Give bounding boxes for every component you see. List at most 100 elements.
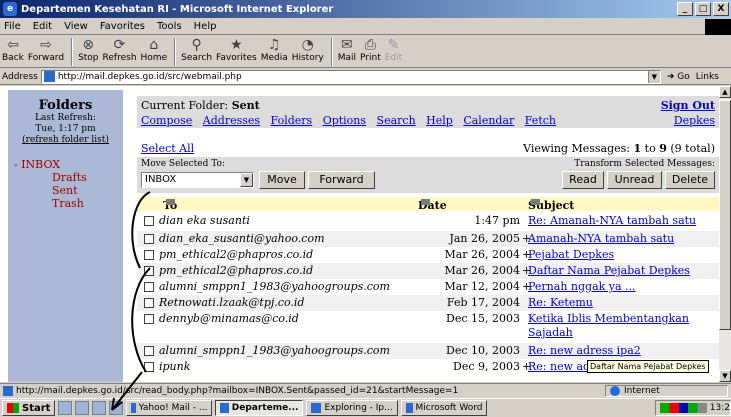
quicklaunch-channel-icon[interactable] bbox=[109, 401, 124, 415]
nav-folders[interactable]: Folders bbox=[271, 114, 313, 127]
nav-calendar[interactable]: Calendar bbox=[463, 114, 514, 127]
nav-help[interactable]: Help bbox=[426, 114, 453, 127]
task-exploring[interactable]: Exploring - Ip... bbox=[306, 400, 399, 416]
message-subject-link[interactable]: Daftar Nama Pejabat Depkes bbox=[528, 264, 708, 278]
row-checkbox[interactable] bbox=[144, 216, 154, 226]
back-button[interactable]: ⇦ Back bbox=[2, 36, 24, 68]
history-button[interactable]: ◔ History bbox=[292, 36, 324, 68]
menu-help[interactable]: Help bbox=[194, 21, 217, 32]
quicklaunch-desktop-icon[interactable] bbox=[92, 401, 107, 415]
task-yahoo-mail[interactable]: Yahoo! Mail - ... bbox=[126, 400, 213, 416]
forward-message-button[interactable]: Forward bbox=[308, 171, 375, 189]
row-checkbox[interactable] bbox=[144, 346, 154, 356]
windows-logo-icon bbox=[7, 403, 19, 413]
message-subject-link[interactable]: Pernah nggak ya ... bbox=[528, 280, 708, 294]
refresh-button[interactable]: ⟳ Refresh bbox=[103, 36, 137, 68]
status-url: http://mail.depkes.go.id/src/read_body.p… bbox=[16, 385, 459, 396]
menu-edit[interactable]: Edit bbox=[33, 21, 52, 32]
unread-button[interactable]: Unread bbox=[607, 171, 662, 189]
move-folder-select[interactable]: INBOX ▼ bbox=[141, 172, 254, 188]
last-refresh-time: Tue, 1:17 pm bbox=[35, 124, 96, 134]
row-checkbox[interactable] bbox=[144, 282, 154, 292]
page-content: Folders Last Refresh: Tue, 1:17 pm (refr… bbox=[0, 86, 719, 382]
row-checkbox[interactable] bbox=[144, 234, 154, 244]
quicklaunch-ie-icon[interactable] bbox=[58, 401, 73, 415]
windows-throbber-icon bbox=[705, 19, 731, 35]
refresh-folder-list-link[interactable]: (refresh folder list) bbox=[8, 135, 123, 146]
chevron-down-icon[interactable]: ▼ bbox=[647, 70, 660, 83]
menu-tools[interactable]: Tools bbox=[157, 21, 182, 32]
links-button[interactable]: Links bbox=[696, 72, 719, 82]
nav-options[interactable]: Options bbox=[323, 114, 366, 127]
maximize-button[interactable]: □ bbox=[695, 2, 711, 16]
folder-pane: Folders Last Refresh: Tue, 1:17 pm (refr… bbox=[8, 90, 123, 382]
stop-button[interactable]: ⊗ Stop bbox=[78, 36, 98, 68]
message-subject-link[interactable]: Re: Ketemu bbox=[528, 296, 708, 310]
recipient: alumni_smppn1_1983@yahoogroups.com bbox=[159, 344, 390, 357]
message-subject-link[interactable]: Re: new adress ipa2 bbox=[528, 344, 708, 358]
ie-logo-icon: e bbox=[3, 2, 17, 16]
toolbar: ⇦ Back ⇨ Forward ⊗ Stop ⟳ Refresh ⌂ Home ⚲ Sea… bbox=[0, 36, 731, 68]
folder-drafts[interactable]: Drafts bbox=[8, 171, 123, 184]
depkes-link[interactable]: Depkes bbox=[674, 114, 715, 127]
toolbar-divider bbox=[71, 38, 74, 66]
task-word[interactable]: Microsoft Word bbox=[401, 400, 488, 416]
nav-search[interactable]: Search bbox=[377, 114, 416, 127]
toolbar-divider bbox=[174, 38, 177, 66]
address-input[interactable]: http://mail.depkes.go.id/src/webmail.php… bbox=[40, 69, 661, 84]
status-bar: http://mail.depkes.go.id/src/read_body.p… bbox=[0, 383, 731, 397]
quicklaunch-outlook-icon[interactable] bbox=[75, 401, 90, 415]
close-button[interactable]: X bbox=[713, 2, 729, 16]
recipient: ipunk bbox=[159, 360, 191, 373]
forward-arrow-icon: ⇨ bbox=[40, 37, 52, 53]
message-subject-link[interactable]: Pejabat Depkes bbox=[528, 248, 708, 262]
menu-favorites[interactable]: Favorites bbox=[100, 21, 145, 32]
tray-icons[interactable] bbox=[660, 403, 707, 413]
task-departemen[interactable]: Departeme... bbox=[215, 400, 304, 416]
minimize-button[interactable]: _ bbox=[677, 2, 693, 16]
message-subject-link[interactable]: Re: Amanah-NYA tambah satu bbox=[528, 214, 708, 228]
message-date: Jan 26, 2005 bbox=[449, 232, 520, 245]
select-all-link[interactable]: Select All bbox=[141, 142, 194, 155]
search-button[interactable]: ⚲ Search bbox=[181, 36, 212, 68]
home-button[interactable]: ⌂ Home bbox=[141, 36, 168, 68]
scroll-thumb[interactable] bbox=[719, 100, 731, 330]
media-button[interactable]: ♫ Media bbox=[261, 36, 288, 68]
mail-button[interactable]: ✉ Mail bbox=[338, 36, 356, 68]
vertical-scrollbar[interactable]: ▲ ▼ bbox=[719, 86, 731, 382]
sign-out-link[interactable]: Sign Out bbox=[661, 99, 715, 112]
header-bar: Current Folder: Sent Sign Out Compose Ad… bbox=[137, 96, 719, 128]
nav-fetch[interactable]: Fetch bbox=[525, 114, 556, 127]
row-checkbox[interactable] bbox=[144, 298, 154, 308]
scroll-up-icon[interactable]: ▲ bbox=[719, 86, 731, 98]
delete-button[interactable]: Delete bbox=[665, 171, 715, 189]
read-button[interactable]: Read bbox=[562, 171, 604, 189]
forward-button[interactable]: ⇨ Forward bbox=[28, 36, 64, 68]
action-bar: Move Selected To: Transform Selected Mes… bbox=[137, 157, 719, 193]
scroll-down-icon[interactable]: ▼ bbox=[719, 370, 731, 382]
recipient: dian_eka_susanti@yahoo.com bbox=[159, 232, 325, 245]
row-checkbox[interactable] bbox=[144, 314, 154, 324]
move-button[interactable]: Move bbox=[259, 171, 305, 189]
row-checkbox[interactable] bbox=[144, 250, 154, 260]
message-subject-link[interactable]: Amanah-NYA tambah satu bbox=[528, 232, 708, 246]
go-button[interactable]: ➜ Go bbox=[667, 72, 690, 82]
folder-trash[interactable]: Trash bbox=[8, 197, 123, 210]
nav-addresses[interactable]: Addresses bbox=[203, 114, 260, 127]
menu-bar: File Edit View Favorites Tools Help bbox=[0, 19, 731, 35]
menu-file[interactable]: File bbox=[4, 21, 21, 32]
page-icon bbox=[43, 71, 55, 82]
start-button[interactable]: Start bbox=[2, 400, 56, 416]
menu-view[interactable]: View bbox=[64, 21, 88, 32]
row-checkbox[interactable] bbox=[144, 266, 154, 276]
message-date: Mar 12, 2004 bbox=[444, 280, 520, 293]
favorites-button[interactable]: ★ Favorites bbox=[216, 36, 257, 68]
message-subject-link[interactable]: Ketika Iblis Membentangkan Sajadah bbox=[528, 312, 708, 340]
folder-inbox[interactable]: - INBOX bbox=[8, 158, 123, 171]
folder-sent[interactable]: Sent bbox=[8, 184, 123, 197]
edit-button[interactable]: ✎ Edit bbox=[385, 36, 402, 68]
print-button[interactable]: ⎙ Print bbox=[360, 36, 381, 68]
table-row: alumni_smppn1_1983@yahoogroups.com Mar 12… bbox=[137, 279, 719, 295]
nav-compose[interactable]: Compose bbox=[141, 114, 192, 127]
row-checkbox[interactable] bbox=[144, 362, 154, 372]
